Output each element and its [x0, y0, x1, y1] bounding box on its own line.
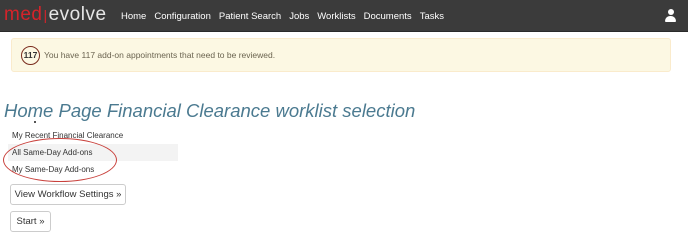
medevolve-logo[interactable]: med|evolve: [4, 4, 107, 26]
nav-worklists[interactable]: Worklists: [317, 11, 355, 22]
nav-tasks[interactable]: Tasks: [420, 11, 444, 22]
view-workflow-settings-button[interactable]: View Workflow Settings »: [10, 184, 126, 205]
nav-jobs[interactable]: Jobs: [289, 11, 309, 22]
start-button[interactable]: Start »: [10, 211, 51, 232]
brand-evolve: evolve: [48, 4, 107, 25]
user-icon[interactable]: [665, 9, 676, 22]
alert-count-badge: 117: [21, 45, 40, 65]
red-highlight-circle: [3, 138, 117, 182]
user-icon-head: [667, 9, 674, 15]
brand-med: med: [4, 4, 43, 25]
nav-documents[interactable]: Documents: [364, 11, 412, 22]
alert-message: You have 117 add-on appointments that ne…: [44, 50, 276, 60]
user-icon-body: [665, 15, 676, 22]
tick-mark: [34, 121, 36, 123]
nav-patient-search[interactable]: Patient Search: [219, 11, 281, 22]
nav-home[interactable]: Home: [121, 11, 146, 22]
nav-configuration[interactable]: Configuration: [154, 11, 211, 22]
add-on-appointments-alert: 117 You have 117 add-on appointments tha…: [11, 38, 671, 72]
main-nav: Home Configuration Patient Search Jobs W…: [121, 0, 452, 32]
top-navbar: med|evolve Home Configuration Patient Se…: [0, 0, 688, 32]
page-title: Home Page Financial Clearance worklist s…: [4, 100, 416, 121]
